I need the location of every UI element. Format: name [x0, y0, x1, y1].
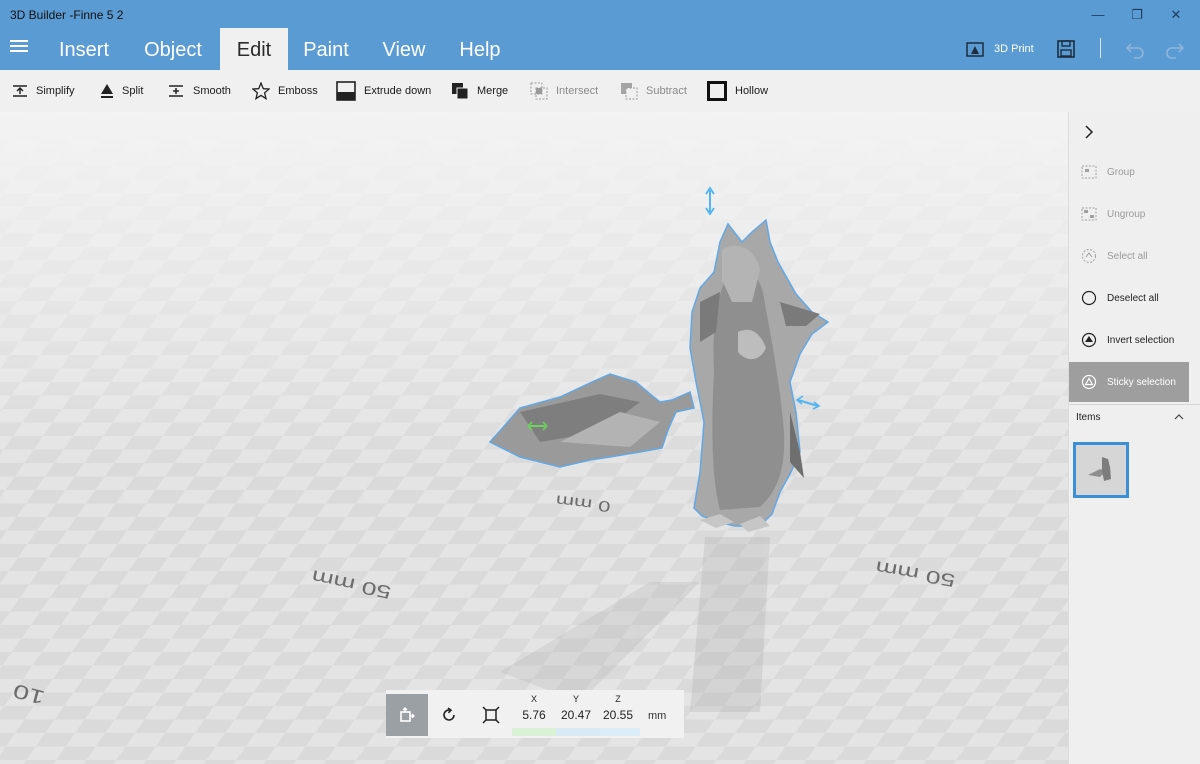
- invert-selection-button[interactable]: Invert selection: [1069, 320, 1189, 360]
- emboss-label: Emboss: [278, 85, 318, 97]
- x-coord-label: X: [530, 694, 537, 704]
- y-coord-label: Y: [572, 694, 579, 704]
- select-all-label: Select all: [1107, 250, 1148, 262]
- deselect-all-icon: [1081, 290, 1097, 306]
- x-coord-input[interactable]: 5.76: [512, 708, 556, 722]
- panel-divider: [1069, 404, 1200, 405]
- z-coord-input[interactable]: 20.55: [596, 708, 640, 722]
- printer-icon: [966, 42, 984, 57]
- title-bar: 3D Builder -Finne 5 2 — ❐ ✕ Insert Objec…: [0, 0, 1200, 70]
- undo-icon[interactable]: [1124, 38, 1146, 60]
- scene-canvas[interactable]: 0 mm 50 mm 50 mm 10: [0, 112, 1068, 764]
- scale-mode-button[interactable]: [470, 694, 512, 736]
- move-mode-button[interactable]: [386, 694, 428, 736]
- tab-view[interactable]: View: [370, 28, 438, 70]
- invert-selection-icon: [1081, 332, 1097, 348]
- smooth-label: Smooth: [193, 85, 231, 97]
- tab-help[interactable]: Help: [446, 28, 514, 70]
- smooth-icon: [169, 85, 183, 97]
- merge-label: Merge: [477, 85, 509, 97]
- merge-button[interactable]: Merge: [451, 81, 508, 101]
- 3d-print-button[interactable]: 3D Print: [966, 38, 1034, 60]
- tab-object[interactable]: Object: [130, 28, 216, 70]
- rotate-icon: [443, 707, 455, 721]
- group-icon: [1081, 165, 1097, 179]
- subtract-button[interactable]: Subtract: [620, 81, 687, 101]
- ungroup-label: Ungroup: [1107, 208, 1146, 220]
- y-axis-bar: [556, 728, 600, 736]
- extrude-down-label: Extrude down: [364, 85, 432, 97]
- x-axis-bar: [512, 728, 556, 736]
- item-thumbnail[interactable]: [1073, 442, 1129, 498]
- split-button[interactable]: Split: [100, 81, 143, 101]
- deselect-all-label: Deselect all: [1107, 292, 1159, 304]
- emboss-button[interactable]: Emboss: [252, 81, 318, 101]
- hollow-button[interactable]: Hollow: [707, 81, 768, 101]
- sticky-selection-label: Sticky selection: [1107, 376, 1176, 388]
- invert-selection-label: Invert selection: [1107, 334, 1175, 346]
- 3d-print-label: 3D Print: [994, 43, 1034, 55]
- tab-insert[interactable]: Insert: [44, 28, 124, 70]
- extrude-down-icon: [336, 81, 356, 101]
- star-icon: [252, 82, 270, 100]
- ungroup-icon: [1081, 207, 1097, 221]
- subtract-label: Subtract: [646, 85, 687, 97]
- extrude-down-button[interactable]: Extrude down: [336, 81, 431, 101]
- toolbar-divider: [1100, 38, 1101, 58]
- move-icon: [400, 707, 415, 722]
- minimize-button[interactable]: —: [1085, 5, 1111, 25]
- select-all-button[interactable]: Select all: [1069, 236, 1189, 276]
- smooth-button[interactable]: Smooth: [167, 81, 231, 101]
- z-coord-label: Z: [615, 694, 621, 704]
- simplify-label: Simplify: [36, 85, 75, 97]
- unit-label: mm: [648, 710, 667, 722]
- tab-paint[interactable]: Paint: [292, 28, 360, 70]
- intersect-label: Intersect: [556, 85, 599, 97]
- subtract-icon: [621, 83, 638, 100]
- split-label: Split: [122, 85, 144, 97]
- item-thumbnail-preview: [1088, 457, 1111, 481]
- group-button[interactable]: Group: [1069, 152, 1189, 192]
- split-icon: [101, 84, 113, 98]
- hollow-label: Hollow: [735, 85, 769, 97]
- edit-toolbar: Simplify Split Smooth Emboss Extrude dow…: [0, 70, 1200, 112]
- hamburger-menu-icon[interactable]: [10, 40, 28, 54]
- save-icon[interactable]: [1055, 38, 1077, 60]
- group-label: Group: [1107, 166, 1135, 178]
- select-all-icon: [1082, 249, 1096, 263]
- simplify-icon: [13, 85, 27, 97]
- deselect-all-button[interactable]: Deselect all: [1069, 278, 1189, 318]
- collapse-panel-chevron-icon[interactable]: [1083, 124, 1095, 140]
- window-title: 3D Builder -Finne 5 2: [10, 8, 124, 22]
- collapse-items-chevron-icon[interactable]: [1173, 412, 1185, 422]
- scale-icon: [482, 706, 500, 724]
- rotate-mode-button[interactable]: [428, 694, 470, 736]
- selection-panel: Group Ungroup Select all Deselect all In…: [1068, 112, 1200, 764]
- maximize-button[interactable]: ❐: [1124, 5, 1150, 25]
- intersect-button[interactable]: Intersect: [530, 81, 598, 101]
- y-coord-input[interactable]: 20.47: [554, 708, 598, 722]
- items-label: Items: [1076, 412, 1101, 423]
- hollow-icon: [707, 81, 727, 101]
- simplify-button[interactable]: Simplify: [12, 81, 75, 101]
- ungroup-button[interactable]: Ungroup: [1069, 194, 1189, 234]
- z-axis-bar: [600, 728, 640, 736]
- redo-icon[interactable]: [1164, 38, 1186, 60]
- close-button[interactable]: ✕: [1163, 5, 1189, 25]
- sticky-selection-icon: [1081, 374, 1097, 390]
- merge-icon: [452, 83, 469, 100]
- intersect-icon: [530, 82, 548, 100]
- sticky-selection-button[interactable]: Sticky selection: [1069, 362, 1189, 402]
- transform-bar: X 5.76 Y 20.47 Z 20.55 mm: [386, 690, 684, 738]
- tab-edit[interactable]: Edit: [220, 28, 288, 70]
- 3d-viewport[interactable]: 0 mm 50 mm 50 mm 10: [0, 112, 1068, 764]
